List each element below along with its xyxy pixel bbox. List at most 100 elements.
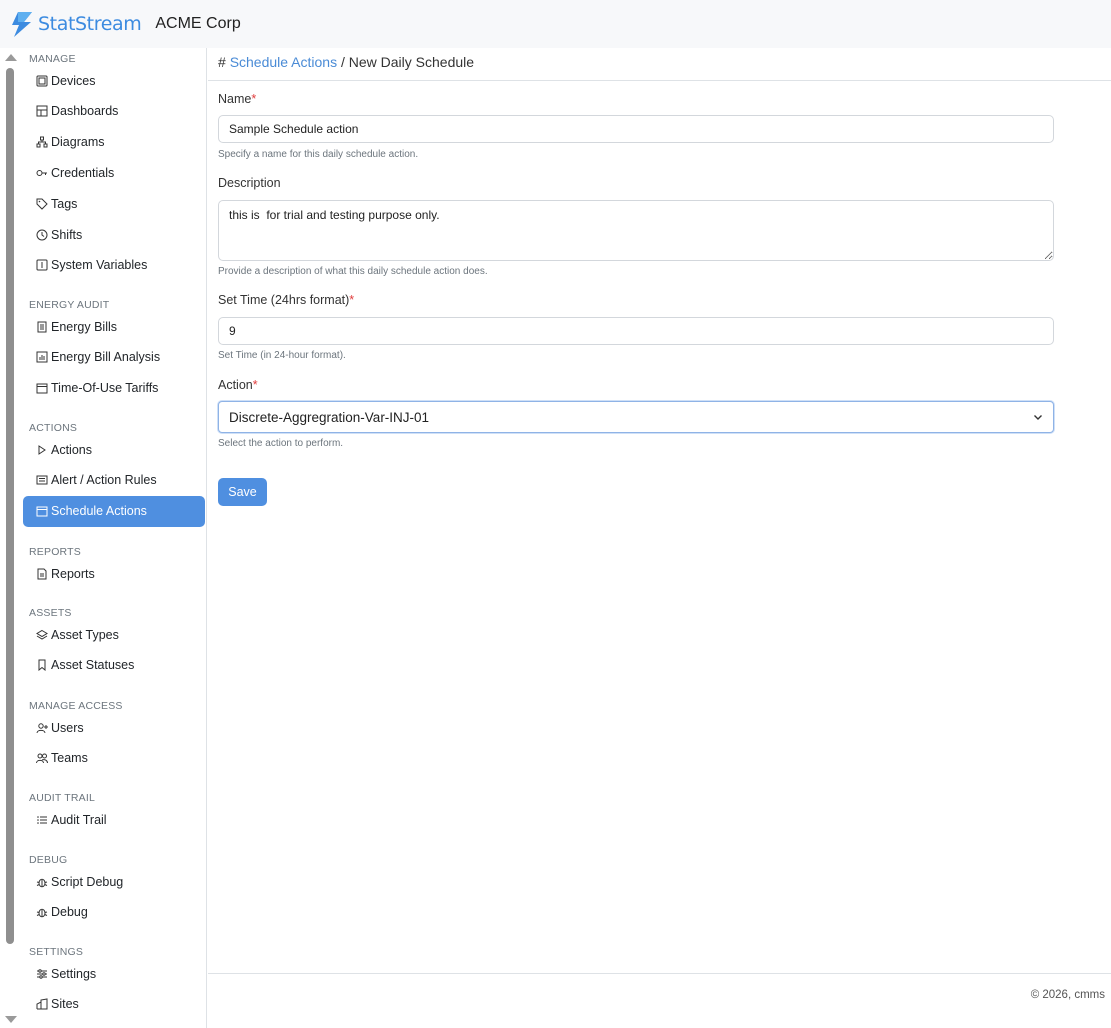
description-label: Description bbox=[218, 176, 281, 190]
sidebar-item-credentials[interactable]: Credentials bbox=[23, 157, 205, 188]
sidebar-item-label: Asset Types bbox=[51, 627, 119, 642]
sidebar-item-teams[interactable]: Teams bbox=[23, 743, 205, 774]
diagram-icon bbox=[35, 136, 48, 149]
device-icon bbox=[35, 74, 48, 87]
sidebar-item-tags[interactable]: Tags bbox=[23, 188, 205, 219]
section-title-manage: MANAGE bbox=[29, 53, 76, 65]
brand-logo[interactable]: StatStream bbox=[9, 10, 142, 38]
rules-icon bbox=[35, 474, 48, 487]
bill-icon bbox=[35, 320, 48, 333]
sidebar-item-settings[interactable]: Settings bbox=[23, 958, 205, 989]
description-textarea[interactable]: this is for trial and testing purpose on… bbox=[218, 200, 1054, 261]
section-title-audit-trail: AUDIT TRAIL bbox=[29, 792, 95, 804]
name-help: Specify a name for this daily schedule a… bbox=[218, 149, 419, 160]
statstream-logo-icon bbox=[12, 12, 32, 37]
time-label-text: Set Time (24hrs format) bbox=[218, 293, 350, 307]
name-label: Name* bbox=[218, 92, 256, 106]
sidebar-item-label: System Variables bbox=[51, 258, 148, 273]
sidebar-item-debug[interactable]: Debug bbox=[23, 897, 205, 928]
sidebar-item-label: Time-Of-Use Tariffs bbox=[51, 381, 159, 396]
sidebar-item-sites[interactable]: Sites bbox=[23, 989, 205, 1020]
scroll-up-arrow-icon[interactable] bbox=[5, 54, 17, 61]
section-title-reports: REPORTS bbox=[29, 546, 81, 558]
action-label: Action* bbox=[218, 378, 258, 392]
sidebar-item-asset-statuses[interactable]: Asset Statuses bbox=[23, 650, 205, 681]
time-label: Set Time (24hrs format)* bbox=[218, 293, 354, 307]
save-button[interactable]: Save bbox=[218, 478, 267, 506]
bug-icon bbox=[35, 906, 48, 919]
sidebar-item-dashboards[interactable]: Dashboards bbox=[23, 96, 205, 127]
sidebar-item-label: Actions bbox=[51, 442, 92, 457]
action-required-mark: * bbox=[252, 378, 258, 392]
time-required-mark: * bbox=[349, 293, 355, 307]
time-help: Set Time (in 24-hour format). bbox=[218, 350, 346, 361]
chart-icon bbox=[35, 351, 48, 364]
sidebar-item-label: Debug bbox=[51, 905, 88, 920]
scrollbar-thumb[interactable] bbox=[6, 68, 14, 944]
key-icon bbox=[35, 166, 48, 179]
section-title-manage-access: MANAGE ACCESS bbox=[29, 700, 123, 712]
layers-icon bbox=[35, 628, 48, 641]
sidebar-item-script-debug[interactable]: Script Debug bbox=[23, 866, 205, 897]
sidebar-item-energy-bill-analysis[interactable]: Energy Bill Analysis bbox=[23, 342, 205, 373]
section-title-assets: ASSETS bbox=[29, 607, 72, 619]
sidebar-item-label: Devices bbox=[51, 73, 96, 88]
sidebar-item-label: Audit Trail bbox=[51, 812, 107, 827]
sidebar-item-label: Sites bbox=[51, 997, 79, 1012]
chevron-down-icon bbox=[1034, 415, 1042, 420]
breadcrumb-link-schedule-actions[interactable]: Schedule Actions bbox=[230, 54, 337, 70]
sidebar-item-label: Tags bbox=[51, 196, 78, 211]
scroll-down-arrow-icon[interactable] bbox=[5, 1016, 17, 1023]
sidebar-item-alert-action-rules[interactable]: Alert / Action Rules bbox=[23, 465, 205, 496]
dashboard-icon bbox=[35, 105, 48, 118]
time-input[interactable] bbox=[218, 317, 1054, 345]
brand-name: StatStream bbox=[38, 13, 142, 35]
sliders-icon bbox=[35, 967, 48, 980]
sidebar-item-reports[interactable]: Reports bbox=[23, 558, 205, 589]
variable-icon bbox=[35, 259, 48, 272]
sidebar-item-energy-bills[interactable]: Energy Bills bbox=[23, 311, 205, 342]
sidebar-item-label: Energy Bills bbox=[51, 319, 117, 334]
section-title-actions: ACTIONS bbox=[29, 422, 78, 434]
bookmark-icon bbox=[35, 659, 48, 672]
sidebar-item-shifts[interactable]: Shifts bbox=[23, 219, 205, 250]
sidebar-item-time-of-use-tariffs[interactable]: Time-Of-Use Tariffs bbox=[23, 373, 205, 404]
sidebar-item-label: Settings bbox=[51, 966, 97, 981]
bug-icon bbox=[35, 875, 48, 888]
sidebar-item-label: Users bbox=[51, 720, 84, 735]
sidebar-item-label: Schedule Actions bbox=[51, 504, 147, 519]
top-bar: StatStream ACME Corp bbox=[0, 0, 1111, 48]
sidebar-item-devices[interactable]: Devices bbox=[23, 65, 205, 96]
sidebar-item-label: Shifts bbox=[51, 227, 83, 242]
sidebar-item-actions[interactable]: Actions bbox=[23, 434, 205, 465]
sidebar-item-diagrams[interactable]: Diagrams bbox=[23, 127, 205, 158]
sidebar-item-label: Credentials bbox=[51, 165, 115, 180]
calendar-icon bbox=[35, 382, 48, 395]
building-icon bbox=[35, 998, 48, 1011]
sidebar-item-label: Script Debug bbox=[51, 874, 124, 889]
action-select[interactable]: Discrete-Aggregration-Var-INJ-01 bbox=[218, 401, 1054, 433]
breadcrumb-hash: # bbox=[218, 54, 226, 70]
sidebar-item-system-variables[interactable]: System Variables bbox=[23, 250, 205, 281]
header-divider bbox=[208, 80, 1111, 81]
footer-divider bbox=[208, 973, 1111, 974]
sidebar-scrollbar[interactable] bbox=[3, 48, 17, 1028]
sidebar-item-label: Energy Bill Analysis bbox=[51, 350, 161, 365]
calendar-icon bbox=[35, 505, 48, 518]
breadcrumb: # Schedule Actions / New Daily Schedule bbox=[218, 54, 474, 70]
sidebar-item-schedule-actions[interactable]: Schedule Actions bbox=[23, 495, 205, 527]
sidebar-item-asset-types[interactable]: Asset Types bbox=[23, 619, 205, 650]
section-title-settings: SETTINGS bbox=[29, 946, 84, 958]
sidebar-item-audit-trail[interactable]: Audit Trail bbox=[23, 804, 205, 835]
description-help: Provide a description of what this daily… bbox=[218, 266, 488, 277]
footer-copyright: © 2026, cmms bbox=[1030, 989, 1105, 1001]
action-label-text: Action bbox=[218, 378, 253, 392]
sidebar-item-label: Teams bbox=[51, 751, 88, 766]
main-content: # Schedule Actions / New Daily Schedule … bbox=[208, 48, 1111, 1028]
sidebar-item-users[interactable]: Users bbox=[23, 712, 205, 743]
name-input[interactable] bbox=[218, 115, 1054, 143]
play-icon bbox=[35, 443, 48, 456]
list-icon bbox=[35, 813, 48, 826]
name-required-mark: * bbox=[251, 92, 257, 106]
sidebar-item-label: Diagrams bbox=[51, 135, 105, 150]
